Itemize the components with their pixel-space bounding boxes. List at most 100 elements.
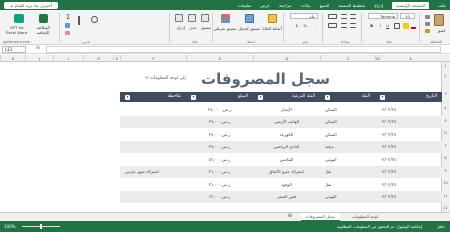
gpt-line2[interactable]: Excel Word (6, 30, 27, 35)
cell-subcategory[interactable]: الإيجار (253, 107, 320, 112)
name-box[interactable]: L11 (2, 46, 26, 53)
bold-icon[interactable]: B (370, 23, 373, 28)
tab-home[interactable]: الصفحة الرئيسية (392, 1, 430, 9)
cell-styles-icon[interactable] (268, 14, 277, 23)
delete-cells-icon[interactable] (188, 14, 196, 22)
cell-date[interactable]: ٠٢/٠٢/٢٤ (375, 169, 442, 174)
cell-note[interactable]: اشتراك شهر مارس (120, 169, 186, 174)
cell-date[interactable]: ٠٢/٠٢/٢٤ (375, 132, 442, 137)
table-header-category[interactable]: الفئة ▾ (320, 92, 375, 102)
table-header-date[interactable]: التاريخ ▾ (375, 92, 442, 102)
paste-icon[interactable] (434, 14, 444, 26)
tab-insert[interactable]: إدراج (374, 3, 383, 8)
cell-amount[interactable]: ر.س. ٢٩,٠٠ (186, 119, 253, 124)
column-header[interactable]: A (379, 55, 441, 62)
cell-subcategory[interactable]: النادي الرياضي (253, 144, 320, 149)
tell-me-search[interactable]: أخبرني بما تريد القيام به (4, 1, 59, 9)
filter-dropdown-icon[interactable]: ▾ (191, 94, 196, 100)
tab-data[interactable]: بيانات (301, 3, 311, 8)
row-header[interactable]: 6 (441, 131, 450, 135)
cell-category[interactable]: السكن (320, 119, 375, 124)
cell-styles-button[interactable]: أنماط الخلايا (262, 26, 282, 31)
borders-icon[interactable] (394, 23, 400, 29)
insert-cells-icon[interactable] (175, 14, 183, 22)
cell-category[interactable]: اليومي (320, 194, 375, 199)
format-painter-icon[interactable] (425, 29, 430, 33)
cell-amount[interactable]: ر.س. ٢١,٠٠ (186, 182, 253, 187)
cell-amount[interactable]: ر.س. ١٢,٠٠ (186, 194, 253, 199)
cell-amount[interactable]: ر.س. ٢٩,٠٠٠ (186, 107, 253, 112)
addins-icon[interactable] (39, 14, 48, 23)
cell-category[interactable]: اليومي (320, 157, 375, 162)
cell-amount[interactable]: ر.س. ٤٢,٠٠ (186, 157, 253, 162)
back-to-dashboard-link[interactable]: < إلى لوحة المعلومات (145, 76, 186, 81)
tab-page-layout[interactable]: تخطيط الصفحة (338, 3, 365, 8)
cell-amount[interactable]: ر.س. ٢٩,٠٠ (186, 144, 253, 149)
filter-dropdown-icon[interactable]: ▾ (325, 94, 330, 100)
row-header[interactable]: 4 (441, 106, 450, 110)
column-header[interactable]: B (375, 55, 379, 62)
table-header-subcategory[interactable]: الفئة الفرعية ▾ (253, 92, 320, 102)
add-sheet-icon[interactable]: ⊕ (288, 213, 292, 219)
autosum-icon[interactable]: Σ (66, 14, 70, 21)
cell-amount[interactable]: ر.س. ٢٩,٠٠ (186, 132, 253, 137)
row-header[interactable]: 11 (441, 194, 450, 198)
column-header[interactable]: J (25, 55, 53, 62)
row-header[interactable]: 3 (441, 92, 450, 96)
tab-formulas[interactable]: الصيغ (320, 3, 330, 8)
font-size-select[interactable]: 10 (400, 13, 415, 19)
format-cells-icon[interactable] (201, 14, 209, 22)
row-header[interactable]: 9 (441, 169, 450, 173)
conditional-formatting-icon[interactable] (221, 14, 230, 23)
fill-color-icon[interactable] (403, 23, 409, 29)
align-center-icon[interactable] (341, 23, 347, 28)
sort-filter-icon[interactable] (78, 16, 84, 25)
column-header[interactable]: I (53, 55, 83, 62)
cell-subcategory[interactable]: الملابس (253, 157, 320, 162)
column-header[interactable]: D (253, 55, 320, 62)
table-header-amount[interactable]: المبلغ ▾ (186, 92, 253, 102)
column-header[interactable]: C (320, 55, 375, 62)
accessibility-status[interactable]: إمكانية الوصول: تم التحقق من المعلومات ا… (337, 224, 422, 229)
format-as-table-icon[interactable] (245, 14, 254, 23)
filter-dropdown-icon[interactable]: ▾ (380, 94, 385, 100)
tab-review[interactable]: مراجعة (279, 3, 292, 8)
cut-icon[interactable] (425, 15, 430, 19)
filter-dropdown-icon[interactable]: ▾ (125, 94, 130, 100)
gpt-logo-icon[interactable] (14, 14, 24, 23)
currency-icon[interactable]: $ (296, 23, 298, 28)
cell-subcategory[interactable]: الكهرباء (253, 132, 320, 137)
insert-cells-button[interactable]: إدراج (177, 25, 185, 30)
cell-date[interactable]: ٠٢/٠٢/٢٤ (375, 144, 442, 149)
column-header[interactable]: E (186, 55, 253, 62)
tab-file[interactable]: ملف (438, 3, 446, 8)
cell-date[interactable]: ٠٢/٠٢/٢٤ (375, 119, 442, 124)
clear-icon[interactable] (65, 31, 70, 35)
formula-input[interactable] (46, 46, 441, 53)
cell-subcategory[interactable]: قص الشعر (253, 194, 320, 199)
sheet-tab-dashboard[interactable]: لوحة المعلومات (352, 214, 378, 219)
align-right-icon[interactable] (350, 23, 356, 28)
delete-cells-button[interactable]: حذف (189, 25, 197, 30)
number-format-select[interactable]: عام (290, 13, 318, 19)
align-top-icon[interactable] (350, 14, 356, 19)
column-header[interactable]: F (120, 55, 186, 62)
column-header[interactable]: H (83, 55, 113, 62)
cell-subcategory[interactable]: الوقود (253, 182, 320, 187)
zoom-slider-thumb[interactable] (40, 224, 42, 229)
font-name-select[interactable]: Tahoma (368, 13, 398, 19)
row-header[interactable]: 1 (441, 64, 450, 68)
column-header[interactable]: G (113, 55, 120, 62)
addins-button[interactable]: الوظائف الإضافية (32, 25, 54, 35)
tab-view[interactable]: عرض (260, 3, 270, 8)
wrap-text-icon[interactable] (328, 14, 337, 19)
row-header[interactable]: 5 (441, 119, 450, 123)
copy-icon[interactable] (425, 22, 430, 26)
conditional-formatting-button[interactable]: تنسيق شرطي (213, 26, 237, 31)
row-header[interactable]: 12 (441, 206, 450, 210)
cell-date[interactable]: ٠٢/٠٢/٢٤ (375, 107, 442, 112)
comma-style-icon[interactable]: , (315, 23, 316, 28)
format-as-table-button[interactable]: تنسيق كجدول (238, 26, 260, 31)
cell-subcategory[interactable]: اشتراك مترو الأنفاق (253, 169, 320, 174)
filter-dropdown-icon[interactable]: ▾ (258, 94, 263, 100)
